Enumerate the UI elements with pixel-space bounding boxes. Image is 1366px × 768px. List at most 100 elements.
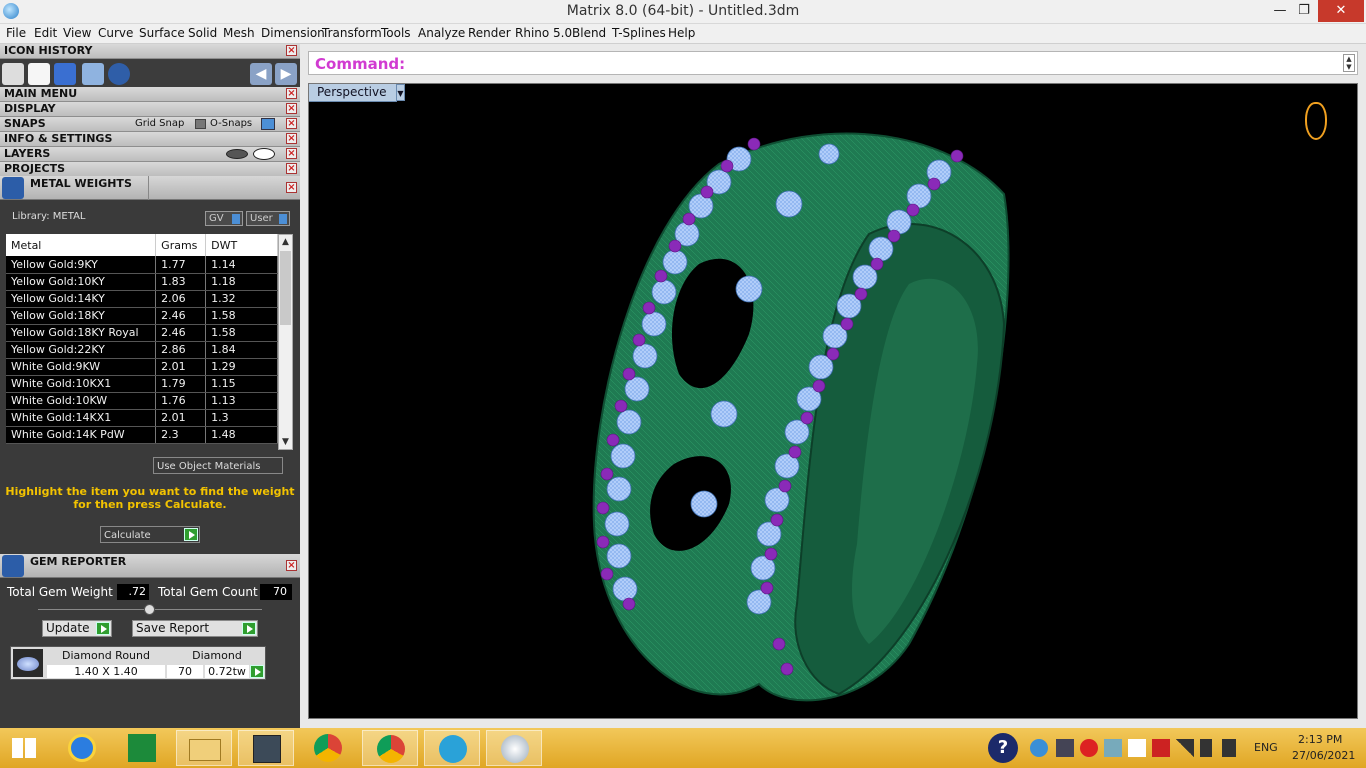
clock-time[interactable]: 2:13 PM [1298, 733, 1342, 746]
menu-surface[interactable]: Surface [139, 26, 185, 40]
menu-solid[interactable]: Solid [188, 26, 217, 40]
use-object-materials-button[interactable]: Use Object Materials [153, 457, 283, 474]
scroll-up-icon[interactable]: ▲ [279, 235, 292, 249]
tool-history-icon-3[interactable] [54, 63, 76, 85]
table-row[interactable]: White Gold:14K PdW 2.3 1.48 [6, 426, 278, 444]
table-row[interactable]: Yellow Gold:18KY 2.46 1.58 [6, 307, 278, 325]
gem-row[interactable]: Diamond Round Diamond 1.40 X 1.40 70 0.7… [10, 646, 266, 680]
table-row[interactable]: Yellow Gold:10KY 1.83 1.18 [6, 273, 278, 291]
scroll-thumb[interactable] [280, 251, 291, 325]
table-row[interactable]: White Gold:9KW 2.01 1.29 [6, 358, 278, 376]
tool-history-icon-1[interactable] [2, 63, 24, 85]
o-snaps-toggle[interactable] [261, 118, 275, 130]
table-row[interactable]: Yellow Gold:9KY 1.77 1.14 [6, 256, 278, 274]
taskbar-app-v[interactable] [424, 730, 480, 766]
close-icon[interactable]: × [286, 163, 297, 174]
tray-icon-1[interactable] [1030, 739, 1048, 757]
menu-transform[interactable]: Transform [322, 26, 382, 40]
close-icon[interactable]: × [286, 560, 297, 571]
tray-icon-2[interactable] [1056, 739, 1074, 757]
taskbar-chrome-2[interactable] [362, 730, 418, 766]
tray-icon-4[interactable] [1104, 739, 1122, 757]
menu-tools[interactable]: Tools [381, 26, 411, 40]
calculate-button[interactable]: Calculate [100, 526, 200, 543]
layer-visibility-icon[interactable] [226, 149, 248, 159]
menu-file[interactable]: File [6, 26, 26, 40]
perspective-viewport[interactable]: Perspective ▼ [308, 83, 1358, 719]
scroll-down-icon[interactable]: ▼ [279, 435, 292, 449]
forward-arrow-icon[interactable]: ▶ [275, 63, 297, 85]
menu-help[interactable]: Help [668, 26, 695, 40]
grid-snap-toggle[interactable] [195, 119, 206, 129]
taskbar-paint[interactable] [486, 730, 542, 766]
info-settings-header[interactable]: INFO & SETTINGS × [0, 132, 300, 147]
battery-icon[interactable] [1200, 739, 1212, 757]
close-icon[interactable]: × [286, 182, 297, 193]
start-button[interactable] [0, 730, 50, 766]
volume-icon[interactable] [1222, 739, 1236, 757]
menu-view[interactable]: View [63, 26, 91, 40]
taskbar-matrix[interactable] [238, 730, 294, 766]
ring-orientation-icon[interactable] [1305, 102, 1327, 140]
menu-render[interactable]: Render [468, 26, 511, 40]
shield-icon[interactable] [1152, 739, 1170, 757]
table-row[interactable]: White Gold:14KX1 2.01 1.3 [6, 409, 278, 427]
menu-curve[interactable]: Curve [98, 26, 133, 40]
menu-blend[interactable]: Blend [572, 26, 606, 40]
language-indicator[interactable]: ENG [1254, 741, 1278, 754]
column-grams[interactable]: Grams [155, 234, 207, 256]
table-row[interactable]: Yellow Gold:22KY 2.86 1.84 [6, 341, 278, 359]
table-scrollbar[interactable]: ▲ ▼ [278, 234, 293, 450]
clock-date[interactable]: 27/06/2021 [1292, 749, 1355, 762]
help-icon[interactable]: ? [988, 733, 1018, 763]
maximize-button[interactable]: ❐ [1290, 0, 1318, 22]
splitter-handle-icon[interactable] [144, 604, 155, 615]
gv-toggle[interactable]: GV [205, 211, 243, 226]
close-icon[interactable]: × [286, 45, 297, 56]
table-row[interactable]: Yellow Gold:18KY Royal 2.46 1.58 [6, 324, 278, 342]
table-row[interactable]: White Gold:10KW 1.76 1.13 [6, 392, 278, 410]
table-row[interactable]: White Gold:10KX1 1.79 1.15 [6, 375, 278, 393]
taskbar-ie[interactable] [54, 730, 110, 766]
menu-rhino[interactable]: Rhino 5.0 [515, 26, 572, 40]
menu-tsplines[interactable]: T-Splines [612, 26, 666, 40]
close-icon[interactable]: × [286, 133, 297, 144]
main-menu-header[interactable]: MAIN MENU × [0, 87, 300, 102]
signal-icon[interactable] [1176, 739, 1194, 757]
tool-history-icon-5[interactable] [108, 63, 130, 85]
menu-analyze[interactable]: Analyze [418, 26, 465, 40]
eye-icon[interactable] [253, 148, 275, 160]
column-metal[interactable]: Metal [6, 234, 157, 256]
menu-mesh[interactable]: Mesh [223, 26, 255, 40]
tool-history-icon-4[interactable] [82, 63, 104, 85]
display-header[interactable]: DISPLAY × [0, 102, 300, 117]
close-button[interactable]: ✕ [1318, 0, 1364, 22]
table-row[interactable]: Yellow Gold:14KY 2.06 1.32 [6, 290, 278, 308]
flag-icon[interactable] [1128, 739, 1146, 757]
tool-history-icon-2[interactable] [28, 63, 50, 85]
ie-icon [68, 734, 96, 762]
update-button[interactable]: Update [42, 620, 112, 637]
back-arrow-icon[interactable]: ◀ [250, 63, 272, 85]
close-icon[interactable]: × [286, 118, 297, 129]
play-icon[interactable] [250, 665, 264, 678]
icon-history-header[interactable]: ICON HISTORY × [0, 44, 300, 59]
column-dwt[interactable]: DWT [205, 234, 278, 256]
command-scroll[interactable]: ▲ ▼ [1343, 54, 1355, 72]
taskbar-store[interactable] [114, 730, 170, 766]
tray-icon-3[interactable] [1080, 739, 1098, 757]
projects-header[interactable]: PROJECTS × [0, 162, 300, 177]
close-icon[interactable]: × [286, 88, 297, 99]
user-toggle[interactable]: User [246, 211, 290, 226]
taskbar-explorer[interactable] [176, 730, 232, 766]
menu-edit[interactable]: Edit [34, 26, 57, 40]
menu-dimension[interactable]: Dimension [261, 26, 325, 40]
total-gem-weight-value: .72 [117, 584, 149, 600]
snaps-header[interactable]: SNAPS Grid Snap O-Snaps × [0, 117, 300, 132]
taskbar-chrome-1[interactable] [300, 730, 356, 766]
close-icon[interactable]: × [286, 148, 297, 159]
layers-header[interactable]: LAYERS × [0, 147, 300, 162]
command-bar[interactable]: Command: ▲ ▼ [308, 51, 1358, 75]
close-icon[interactable]: × [286, 103, 297, 114]
save-report-button[interactable]: Save Report [132, 620, 258, 637]
